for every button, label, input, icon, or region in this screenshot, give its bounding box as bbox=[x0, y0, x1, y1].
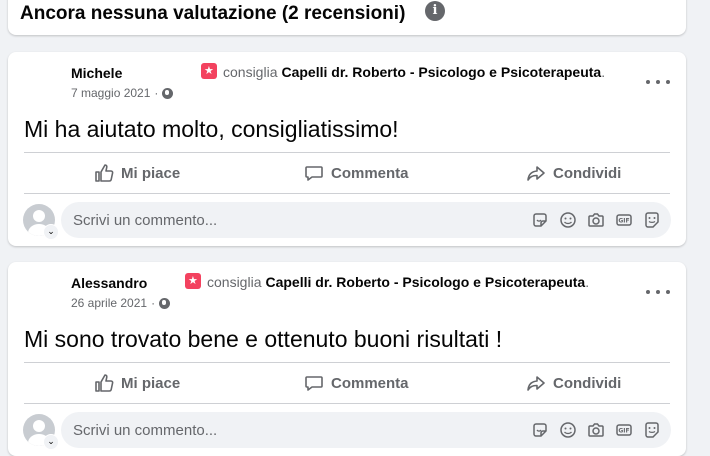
comment-placeholder: Scrivi un commento... bbox=[73, 422, 218, 439]
review-date[interactable]: 26 aprile 2021 bbox=[71, 296, 147, 310]
more-options-button[interactable] bbox=[646, 284, 670, 300]
gif-icon[interactable]: GIF bbox=[615, 421, 633, 439]
more-icon-dot bbox=[666, 290, 670, 294]
review-text: Mi ha aiutato molto, consigliatissimo! bbox=[24, 116, 399, 142]
svg-text:GIF: GIF bbox=[618, 218, 629, 225]
like-button[interactable]: Mi piace bbox=[94, 154, 180, 192]
review-author[interactable]: Michele bbox=[71, 65, 122, 81]
page-suffix: . bbox=[601, 64, 606, 80]
info-icon[interactable]: i bbox=[425, 1, 445, 21]
share-label: Condividi bbox=[553, 164, 622, 182]
comment-composer: ⌄ Scrivi un commento... GIF bbox=[23, 202, 673, 240]
comment-icon bbox=[305, 376, 323, 391]
svg-text:GIF: GIF bbox=[618, 428, 629, 435]
review-actions: Mi piace Commenta Condividi bbox=[24, 364, 670, 402]
review-meta: 7 maggio 2021 · bbox=[71, 86, 174, 100]
review-card: Michele consiglia Capelli dr. Roberto - … bbox=[8, 52, 686, 246]
camera-icon[interactable] bbox=[587, 211, 605, 229]
gif-icon[interactable]: GIF bbox=[615, 211, 633, 229]
emoji-icon[interactable] bbox=[559, 421, 577, 439]
globe-icon bbox=[159, 297, 171, 309]
divider bbox=[24, 193, 670, 194]
comment-icon bbox=[305, 166, 323, 181]
divider bbox=[24, 403, 670, 404]
more-icon-dot bbox=[656, 80, 660, 84]
camera-icon[interactable] bbox=[587, 421, 605, 439]
comment-label: Commenta bbox=[331, 374, 409, 392]
page-suffix: . bbox=[585, 274, 590, 290]
more-icon-dot bbox=[646, 290, 650, 294]
share-icon bbox=[527, 376, 545, 391]
like-label: Mi piace bbox=[121, 374, 181, 392]
share-button[interactable]: Condividi bbox=[526, 154, 621, 192]
recommendation-line: consiglia Capelli dr. Roberto - Psicolog… bbox=[185, 273, 590, 290]
comment-input[interactable]: Scrivi un commento... GIF bbox=[61, 202, 671, 238]
avatar-sticker-icon[interactable] bbox=[643, 421, 661, 439]
chevron-down-icon[interactable]: ⌄ bbox=[43, 224, 59, 240]
divider bbox=[24, 362, 670, 363]
more-options-button[interactable] bbox=[646, 74, 670, 90]
globe-icon bbox=[162, 87, 174, 99]
page-link[interactable]: Capelli dr. Roberto - Psicologo e Psicot… bbox=[281, 64, 601, 80]
comment-label: Commenta bbox=[331, 164, 409, 182]
comment-composer: ⌄ Scrivi un commento... GIF bbox=[23, 412, 673, 450]
more-icon-dot bbox=[656, 290, 660, 294]
sticker-icon[interactable] bbox=[531, 211, 549, 229]
review-actions: Mi piace Commenta Condividi bbox=[24, 154, 670, 192]
comment-placeholder: Scrivi un commento... bbox=[73, 212, 218, 229]
recommend-icon bbox=[201, 63, 217, 79]
page-link[interactable]: Capelli dr. Roberto - Psicologo e Psicot… bbox=[265, 274, 585, 290]
recommend-icon bbox=[185, 273, 201, 289]
sticker-icon[interactable] bbox=[531, 421, 549, 439]
recommend-verb: consiglia bbox=[223, 64, 278, 80]
like-icon bbox=[95, 164, 114, 182]
meta-separator: · bbox=[151, 296, 156, 310]
meta-separator: · bbox=[154, 86, 159, 100]
comment-button[interactable]: Commenta bbox=[304, 364, 409, 402]
review-card: Alessandro consiglia Capelli dr. Roberto… bbox=[8, 262, 686, 456]
avatar-sticker-icon[interactable] bbox=[643, 211, 661, 229]
reviews-header: Ancora nessuna valutazione (2 recensioni… bbox=[8, 0, 686, 35]
share-button[interactable]: Condividi bbox=[526, 364, 621, 402]
review-date[interactable]: 7 maggio 2021 bbox=[71, 86, 150, 100]
more-icon-dot bbox=[646, 80, 650, 84]
review-author[interactable]: Alessandro bbox=[71, 275, 147, 291]
reviews-summary-title: Ancora nessuna valutazione (2 recensioni… bbox=[20, 3, 406, 24]
like-button[interactable]: Mi piace bbox=[94, 364, 180, 402]
review-text: Mi sono trovato bene e ottenuto buoni ri… bbox=[24, 326, 503, 352]
share-icon bbox=[527, 166, 545, 181]
comment-input[interactable]: Scrivi un commento... GIF bbox=[61, 412, 671, 448]
emoji-icon[interactable] bbox=[559, 211, 577, 229]
divider bbox=[24, 152, 670, 153]
more-icon-dot bbox=[666, 80, 670, 84]
chevron-down-icon[interactable]: ⌄ bbox=[43, 434, 59, 450]
review-meta: 26 aprile 2021 · bbox=[71, 296, 171, 310]
comment-button[interactable]: Commenta bbox=[304, 154, 409, 192]
like-icon bbox=[95, 374, 114, 392]
recommend-verb: consiglia bbox=[207, 274, 262, 290]
share-label: Condividi bbox=[553, 374, 622, 392]
like-label: Mi piace bbox=[121, 164, 181, 182]
recommendation-line: consiglia Capelli dr. Roberto - Psicolog… bbox=[201, 63, 606, 80]
